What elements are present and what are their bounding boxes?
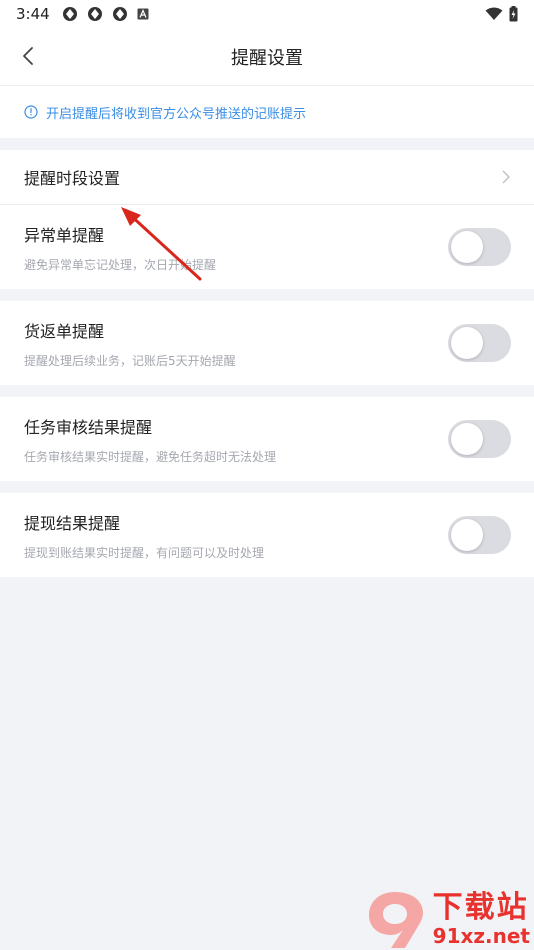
back-button[interactable] [16, 44, 40, 68]
setting-desc: 提醒处理后续业务，记账后5天开始提醒 [24, 353, 236, 368]
setting-desc: 任务审核结果实时提醒，避免任务超时无法处理 [24, 449, 277, 464]
setting-row-return-order: 货返单提醒 提醒处理后续业务，记账后5天开始提醒 [0, 301, 534, 385]
page-title: 提醒设置 [231, 47, 303, 69]
setting-row-withdrawal-result: 提现结果提醒 提现到账结果实时提醒，有问题可以及时处理 [0, 493, 534, 577]
watermark-domain: 91xz.net [432, 924, 530, 948]
status-bar: 3:44 [0, 0, 534, 28]
setting-text: 提现结果提醒 提现到账结果实时提醒，有问题可以及时处理 [24, 510, 264, 561]
setting-title: 提现结果提醒 [24, 513, 121, 533]
setting-desc: 避免异常单忘记处理，次日开始提醒 [24, 257, 217, 272]
status-time: 3:44 [16, 5, 50, 23]
reminder-period-label: 提醒时段设置 [24, 169, 121, 188]
chevron-left-icon [23, 47, 33, 65]
app-notification-icon [62, 7, 77, 21]
withdrawal-result-toggle[interactable] [448, 516, 511, 554]
setting-desc: 提现到账结果实时提醒，有问题可以及时处理 [24, 545, 265, 560]
setting-title: 异常单提醒 [24, 225, 105, 245]
setting-row-abnormal-order: 异常单提醒 避免异常单忘记处理，次日开始提醒 [0, 205, 534, 289]
setting-text: 货返单提醒 提醒处理后续业务，记账后5天开始提醒 [24, 318, 236, 369]
watermark-emblem-icon [368, 892, 423, 948]
a-notification-icon [137, 8, 149, 20]
wifi-icon [485, 7, 503, 20]
watermark-logo: 下载站 91xz.net [365, 888, 530, 950]
setting-title: 货返单提醒 [24, 321, 105, 341]
reminder-period-row[interactable]: 提醒时段设置 [0, 150, 534, 205]
info-circle-icon [24, 105, 38, 119]
toggle-knob [451, 423, 483, 455]
toggle-knob [451, 231, 483, 263]
setting-text: 异常单提醒 避免异常单忘记处理，次日开始提醒 [24, 222, 216, 273]
chevron-right-icon [502, 170, 510, 184]
watermark-cn: 下载站 [432, 890, 529, 925]
setting-row-task-review: 任务审核结果提醒 任务审核结果实时提醒，避免任务超时无法处理 [0, 397, 534, 481]
notification-icons [62, 6, 149, 22]
task-review-toggle[interactable] [448, 420, 511, 458]
toggle-knob [451, 519, 483, 551]
toggle-knob [451, 327, 483, 359]
battery-icon [509, 6, 518, 22]
setting-text: 任务审核结果提醒 任务审核结果实时提醒，避免任务超时无法处理 [24, 414, 276, 465]
notice-text: 开启提醒后将收到官方公众号推送的记账提示 [46, 106, 307, 122]
abnormal-order-toggle[interactable] [448, 228, 511, 266]
return-order-toggle[interactable] [448, 324, 511, 362]
app-notification-icon [112, 7, 127, 21]
nav-bar: 提醒设置 [0, 28, 534, 86]
watermark-text: 下载站 91xz.net [432, 890, 530, 948]
setting-title: 任务审核结果提醒 [24, 417, 153, 437]
info-notice: 开启提醒后将收到官方公众号推送的记账提示 [0, 86, 534, 138]
system-status-icons [485, 6, 518, 22]
app-notification-icon [87, 7, 102, 21]
